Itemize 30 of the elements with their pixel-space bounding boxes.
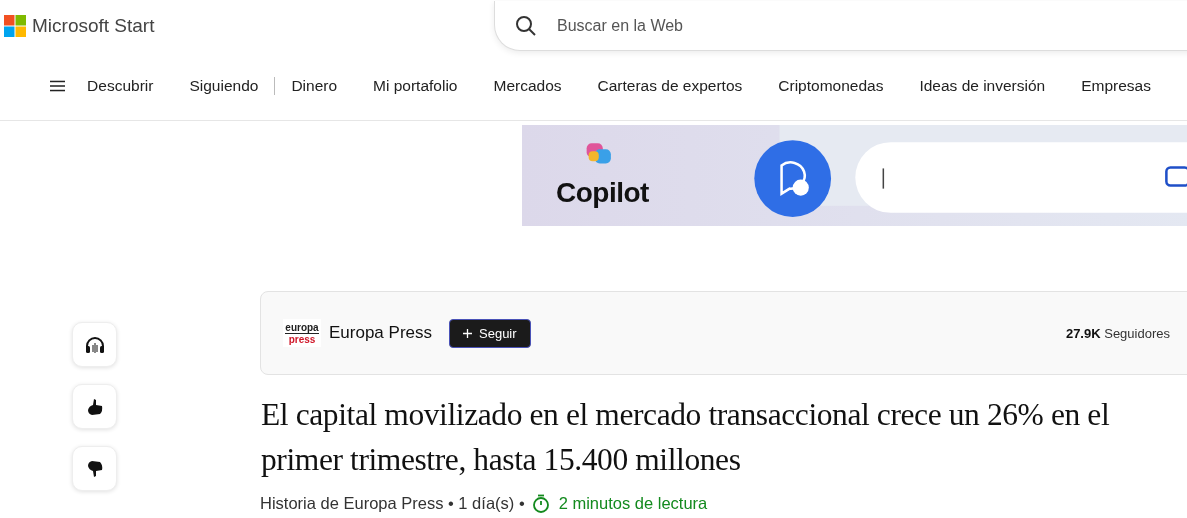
thumbs-up-icon (85, 397, 104, 416)
headphones-icon (84, 335, 105, 354)
nav-link[interactable]: Mi portafolio (373, 77, 458, 95)
follower-count: 27.9K Seguidores (1065, 325, 1170, 341)
menu-icon[interactable] (50, 79, 66, 93)
nav-link[interactable]: Carteras de expertos (597, 77, 743, 95)
nav-link[interactable]: Mercados (493, 77, 562, 95)
read-time: 2 minutos de lectura (558, 494, 708, 513)
search-icon (514, 14, 538, 38)
nav-link[interactable]: Empresas (1081, 77, 1151, 95)
listen-button[interactable] (72, 322, 117, 367)
site-logo-text: Microsoft Start (32, 15, 155, 37)
follow-button[interactable]: Seguir (449, 318, 531, 348)
thumbs-down-icon (85, 459, 104, 478)
nav-link[interactable]: Criptomonedas (778, 77, 884, 95)
nav-link[interactable]: Dinero (291, 77, 338, 95)
nav-link[interactable]: Descubrir (87, 77, 154, 95)
stopwatch-icon (531, 494, 550, 513)
nav-link[interactable]: Siguiendo (189, 77, 276, 95)
publisher-logo: europa press (283, 319, 321, 347)
logo-icon (4, 15, 26, 37)
nav-link[interactable]: Ideas de inversión (919, 77, 1046, 95)
dislike-button[interactable] (72, 446, 117, 491)
article-headline: El capital movilizado en el mercado transaccional crece un 26% en el primer trimestre, hasta 15.400 millones (261, 396, 1111, 479)
search-field[interactable]: Buscar en la Web (494, 1, 1187, 51)
banner-brand: Copilot (556, 177, 649, 209)
publisher-name[interactable]: Europa Press (329, 323, 432, 343)
plus-icon (463, 328, 472, 338)
like-button[interactable] (72, 384, 117, 429)
article-byline: Historia de Europa Press • 1 día(s) • (260, 494, 525, 513)
